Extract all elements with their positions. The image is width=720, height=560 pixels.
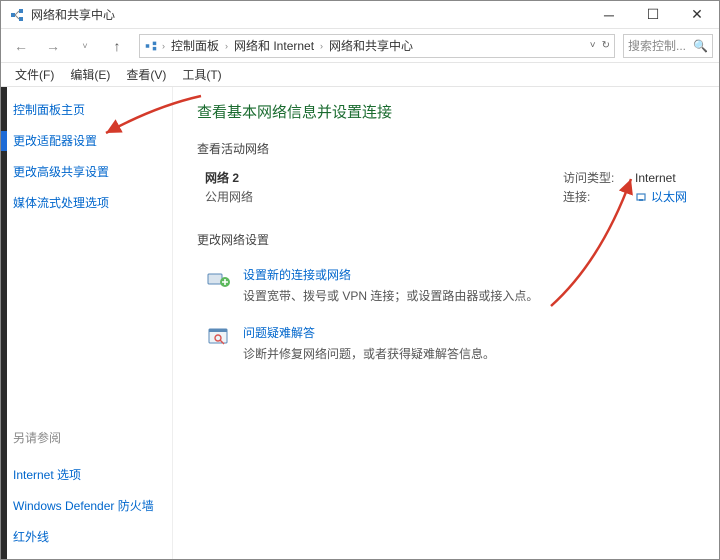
access-type-label: 访问类型: [563,169,619,186]
chevron-right-icon: › [221,41,232,51]
setup-connection-desc: 设置宽带、拨号或 VPN 连接；或设置路由器或接入点。 [243,287,538,304]
menu-view[interactable]: 查看(V) [120,64,172,85]
menu-tools[interactable]: 工具(T) [176,64,227,85]
search-input[interactable]: 搜索控制... 🔍 [623,34,713,58]
setup-connection-title: 设置新的连接或网络 [243,266,538,283]
troubleshoot-title: 问题疑难解答 [243,324,495,341]
recent-dropdown[interactable]: ˅ [71,34,99,58]
chevron-right-icon: › [158,41,169,51]
access-type-value: Internet [635,171,676,185]
sidebar-advanced-sharing[interactable]: 更改高级共享设置 [13,163,160,180]
titlebar: 网络和共享中心 ─ ☐ ✕ [1,1,719,29]
sidebar-media-streaming[interactable]: 媒体流式处理选项 [13,194,160,211]
breadcrumb-network-internet[interactable]: 网络和 Internet [232,37,316,54]
menu-file[interactable]: 文件(F) [9,64,60,85]
window-icon [9,7,25,23]
sidebar-infrared[interactable]: 红外线 [13,528,160,545]
chevron-down-icon[interactable]: ˅ [590,40,596,51]
breadcrumb-sharing-center[interactable]: 网络和共享中心 [327,37,415,54]
ethernet-icon [635,191,647,203]
search-placeholder: 搜索控制... [628,37,686,54]
sidebar: 控制面板主页 更改适配器设置 更改高级共享设置 媒体流式处理选项 另请参阅 In… [1,87,173,559]
menu-bar: 文件(F) 编辑(E) 查看(V) 工具(T) [1,63,719,87]
change-settings-heading: 更改网络设置 [197,231,695,248]
sidebar-defender-firewall[interactable]: Windows Defender 防火墙 [13,497,160,514]
connection-value: 以太网 [651,188,687,205]
see-also-heading: 另请参阅 [13,429,160,446]
chevron-right-icon: › [316,41,327,51]
refresh-icon[interactable]: ↻ [602,40,610,51]
maximize-button[interactable]: ☐ [631,1,675,28]
close-button[interactable]: ✕ [675,1,719,28]
active-network-row: 网络 2 公用网络 访问类型: Internet 连接: 以太网 [197,169,695,221]
troubleshoot-icon [205,324,233,352]
menu-edit[interactable]: 编辑(E) [64,64,116,85]
minimize-button[interactable]: ─ [587,1,631,28]
troubleshoot-desc: 诊断并修复网络问题，或者获得疑难解答信息。 [243,345,495,362]
left-decorative-strip [1,87,7,559]
window-title: 网络和共享中心 [31,6,587,23]
connection-link[interactable]: 以太网 [635,188,687,205]
troubleshoot-card[interactable]: 问题疑难解答 诊断并修复网络问题，或者获得疑难解答信息。 [197,318,695,376]
setup-connection-icon [205,266,233,294]
addr-icon [144,39,158,53]
page-heading: 查看基本网络信息并设置连接 [197,101,695,122]
sidebar-home[interactable]: 控制面板主页 [13,101,160,118]
up-button[interactable]: ↑ [103,34,131,58]
setup-connection-card[interactable]: 设置新的连接或网络 设置宽带、拨号或 VPN 连接；或设置路由器或接入点。 [197,260,695,318]
address-bar[interactable]: › 控制面板 › 网络和 Internet › 网络和共享中心 ˅ ↻ [139,34,615,58]
network-name: 网络 2 [205,169,253,186]
nav-toolbar: ← → ˅ ↑ › 控制面板 › 网络和 Internet › 网络和共享中心 … [1,29,719,63]
search-icon: 🔍 [693,39,708,53]
breadcrumb-control-panel[interactable]: 控制面板 [169,37,221,54]
main-panel: 查看基本网络信息并设置连接 查看活动网络 网络 2 公用网络 访问类型: Int… [173,87,719,559]
sidebar-internet-options[interactable]: Internet 选项 [13,466,160,483]
connection-label: 连接: [563,188,619,205]
forward-button[interactable]: → [39,34,67,58]
sidebar-adapter-settings[interactable]: 更改适配器设置 [13,132,160,149]
network-type: 公用网络 [205,188,253,205]
active-networks-heading: 查看活动网络 [197,140,695,157]
back-button[interactable]: ← [7,34,35,58]
